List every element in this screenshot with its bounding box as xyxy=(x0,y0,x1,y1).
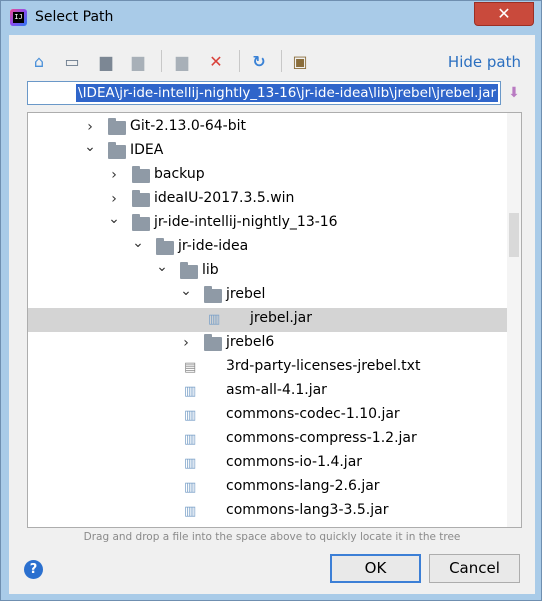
delete-icon[interactable]: ✕ xyxy=(205,50,227,72)
toolbar-separator xyxy=(161,50,162,72)
toolbar: ⌂ ▭ ▆ ▆ ▆ ✕ ↻ ▣ Hide path xyxy=(9,45,535,75)
folder-icon xyxy=(132,214,150,231)
help-button[interactable]: ? xyxy=(24,560,43,579)
toolbar-separator xyxy=(239,50,240,72)
chevron-down-icon[interactable]: ⌄ xyxy=(108,212,120,226)
jar-file-icon: ▥ xyxy=(208,312,221,327)
folder-icon xyxy=(108,142,126,159)
tree-item-label: lib xyxy=(202,262,219,278)
dialog-content: ⌂ ▭ ▆ ▆ ▆ ✕ ↻ ▣ Hide path \IDEA\jr-ide-i… xyxy=(9,35,535,594)
chevron-right-icon[interactable]: › xyxy=(84,120,96,134)
folder-icon xyxy=(204,334,222,351)
tree-row[interactable]: ▥ commons-io-1.4.jar xyxy=(28,452,508,476)
chevron-down-icon[interactable]: ⌄ xyxy=(132,236,144,250)
chevron-down-icon[interactable]: ⌄ xyxy=(84,140,96,154)
tree-row[interactable]: ▤ 3rd-party-licenses-jrebel.txt xyxy=(28,356,508,380)
tree-item-label: commons-io-1.4.jar xyxy=(226,454,363,470)
tree-item-label: asm-all-4.1.jar xyxy=(226,382,327,398)
jar-file-icon: ▥ xyxy=(184,480,197,495)
show-hidden-icon[interactable]: ▣ xyxy=(289,50,311,72)
tree-item-label: 3rd-party-licenses-jrebel.txt xyxy=(226,358,421,374)
tree-item-label: jr-ide-idea xyxy=(178,238,249,254)
jar-file-icon: ▥ xyxy=(184,408,197,423)
path-input[interactable]: \IDEA\jr-ide-intellij-nightly_13-16\jr-i… xyxy=(27,81,501,105)
chevron-down-icon[interactable]: ⌄ xyxy=(156,260,168,274)
folder-icon xyxy=(156,238,174,255)
refresh-icon[interactable]: ↻ xyxy=(248,50,270,72)
toolbar-separator xyxy=(281,50,282,72)
cancel-button[interactable]: Cancel xyxy=(429,554,520,583)
tree-item-label: commons-codec-1.10.jar xyxy=(226,406,400,422)
tree-item-label: commons-lang3-3.5.jar xyxy=(226,502,389,518)
new-folder-icon[interactable]: ▆ xyxy=(171,50,193,72)
hide-path-link[interactable]: Hide path xyxy=(448,53,521,71)
ok-button[interactable]: OK xyxy=(330,554,421,583)
tree-row[interactable]: ⌄ IDEA xyxy=(28,140,508,164)
jar-file-icon: ▥ xyxy=(184,504,197,519)
tree-scrollbar[interactable] xyxy=(507,113,521,527)
tree-row[interactable]: › backup xyxy=(28,164,508,188)
tree-item-label: jr-ide-intellij-nightly_13-16 xyxy=(154,214,338,230)
file-tree[interactable]: › Git-2.13.0-64-bit ⌄ IDEA › backup › ideaIU-20… xyxy=(27,112,522,528)
folder-icon xyxy=(204,286,222,303)
jar-file-icon: ▥ xyxy=(184,432,197,447)
tree-row[interactable]: ▥ jrebel.jar xyxy=(28,308,508,332)
window-title: Select Path xyxy=(35,9,114,25)
tree-item-label: commons-lang-2.6.jar xyxy=(226,478,380,494)
folder-icon xyxy=(132,190,150,207)
tree-row[interactable]: ▥ commons-lang3-3.5.jar xyxy=(28,500,508,524)
tree-row[interactable]: › jrebel6 xyxy=(28,332,508,356)
path-history-icon[interactable]: ⬇ xyxy=(503,82,525,104)
tree-item-label: backup xyxy=(154,166,205,182)
tree-item-label: jrebel6 xyxy=(226,334,275,350)
project-folder-icon[interactable]: ▆ xyxy=(95,50,117,72)
chevron-right-icon[interactable]: › xyxy=(108,168,120,182)
tree-item-label: jrebel xyxy=(226,286,266,302)
tree-row[interactable]: › ideaIU-2017.3.5.win xyxy=(28,188,508,212)
path-input-text: \IDEA\jr-ide-intellij-nightly_13-16\jr-i… xyxy=(76,84,498,102)
tree-item-label: ideaIU-2017.3.5.win xyxy=(154,190,295,206)
text-file-icon: ▤ xyxy=(184,360,197,375)
chevron-right-icon[interactable]: › xyxy=(108,192,120,206)
tree-item-label: commons-compress-1.2.jar xyxy=(226,430,417,446)
tree-row[interactable]: ▥ commons-compress-1.2.jar xyxy=(28,428,508,452)
folder-icon xyxy=(132,166,150,183)
intellij-app-icon: IJ xyxy=(10,9,27,26)
tree-row[interactable]: ▥ commons-lang-2.6.jar xyxy=(28,476,508,500)
path-row: \IDEA\jr-ide-intellij-nightly_13-16\jr-i… xyxy=(9,80,535,106)
tree-row[interactable]: ⌄ lib xyxy=(28,260,508,284)
tree-row[interactable]: ⌄ jr-ide-intellij-nightly_13-16 xyxy=(28,212,508,236)
drag-drop-hint: Drag and drop a file into the space abov… xyxy=(83,531,461,543)
title-bar[interactable]: IJ Select Path ✕ xyxy=(1,1,541,35)
home-icon[interactable]: ⌂ xyxy=(28,50,50,72)
jar-file-icon: ▥ xyxy=(184,456,197,471)
chevron-right-icon[interactable]: › xyxy=(180,336,192,350)
tree-row[interactable]: ▥ asm-all-4.1.jar xyxy=(28,380,508,404)
close-button[interactable]: ✕ xyxy=(474,2,534,26)
select-path-dialog: IJ Select Path ✕ ⌂ ▭ ▆ ▆ ▆ ✕ ↻ ▣ Hide pa… xyxy=(0,0,542,601)
jar-file-icon: ▥ xyxy=(184,384,197,399)
desktop-icon[interactable]: ▭ xyxy=(61,50,83,72)
tree-row[interactable]: › Git-2.13.0-64-bit xyxy=(28,116,508,140)
tree-row[interactable]: ▥ commons-codec-1.10.jar xyxy=(28,404,508,428)
tree-item-label: Git-2.13.0-64-bit xyxy=(130,118,246,134)
tree-scrollbar-thumb[interactable] xyxy=(509,213,519,257)
tree-row[interactable]: ⌄ jrebel xyxy=(28,284,508,308)
chevron-down-icon[interactable]: ⌄ xyxy=(180,284,192,298)
folder-icon xyxy=(180,262,198,279)
module-folder-icon[interactable]: ▆ xyxy=(127,50,149,72)
tree-item-label: jrebel.jar xyxy=(250,310,313,326)
tree-row[interactable]: ⌄ jr-ide-idea xyxy=(28,236,508,260)
folder-icon xyxy=(108,118,126,135)
tree-item-label: IDEA xyxy=(130,142,164,158)
